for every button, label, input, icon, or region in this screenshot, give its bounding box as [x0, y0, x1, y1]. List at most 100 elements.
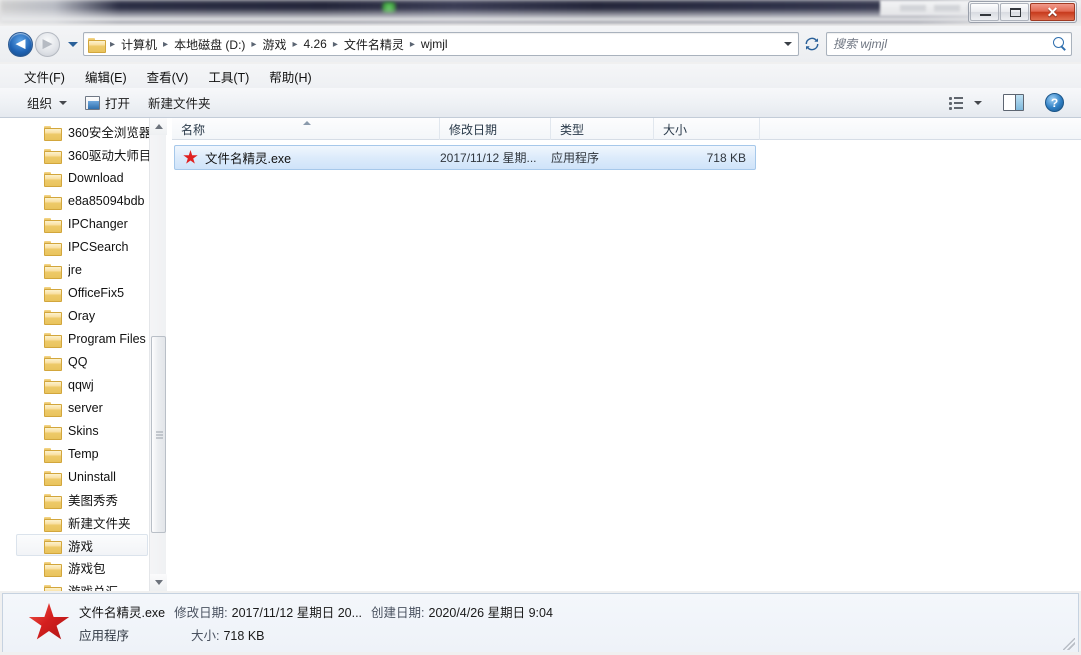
tree-item-label: 新建文件夹 — [68, 517, 131, 531]
open-button[interactable]: 打开 — [76, 89, 139, 116]
folder-icon — [44, 493, 62, 509]
help-button[interactable]: ? — [1036, 89, 1073, 116]
tree-item-7[interactable]: OfficeFix5 — [0, 281, 150, 304]
file-name-cell: 文件名精灵.exe — [175, 148, 440, 167]
details-modified-value: 2017/11/12 星期日 20... — [231, 606, 363, 620]
table-row[interactable]: 文件名精灵.exe 2017/11/12 星期... 应用程序 718 KB — [174, 145, 756, 170]
scrollbar-thumb[interactable] — [151, 336, 166, 533]
sort-ascending-icon — [303, 121, 311, 125]
tree-item-label: 游戏 — [68, 539, 94, 554]
refresh-button[interactable] — [800, 32, 824, 56]
command-bar: 组织 打开 新建文件夹 ? — [0, 88, 1081, 118]
breadcrumb-item-1[interactable]: 本地磁盘 (D:) — [171, 34, 248, 55]
breadcrumb-separator-0: ▸ — [110, 38, 116, 50]
tree-item-10[interactable]: QQ — [0, 350, 150, 373]
search-box[interactable] — [826, 32, 1072, 56]
tree-item-label: 游戏总汇 — [68, 581, 118, 591]
tree-item-19[interactable]: 游戏包 — [0, 556, 150, 579]
search-icon — [1049, 33, 1071, 55]
maximize-button[interactable] — [1000, 3, 1029, 21]
details-icon-wrap — [19, 603, 79, 643]
tree-item-11[interactable]: qqwj — [0, 373, 150, 396]
change-view-button[interactable] — [938, 90, 991, 116]
folder-icon — [44, 263, 62, 279]
nav-pane-scrollbar[interactable] — [149, 118, 167, 591]
view-list-icon — [947, 94, 967, 112]
menu-bar: 文件(F) 编辑(E) 查看(V) 工具(T) 帮助(H) — [0, 64, 1081, 88]
close-button[interactable]: ✕ — [1030, 3, 1075, 21]
open-icon — [85, 95, 101, 110]
tree-item-16[interactable]: 美图秀秀 — [0, 488, 150, 511]
folder-icon — [44, 378, 62, 394]
details-created-value: 2020/4/26 星期日 9:04 — [428, 606, 553, 620]
menu-item-help[interactable]: 帮助(H) — [259, 64, 321, 89]
menu-item-tools[interactable]: 工具(T) — [198, 64, 259, 89]
column-header-name-label: 名称 — [181, 122, 206, 137]
breadcrumb-item-5[interactable]: wjmjl — [418, 35, 451, 53]
folder-icon — [44, 538, 62, 554]
tree-item-14[interactable]: Temp — [0, 442, 150, 465]
column-header-date-label: 修改日期 — [449, 122, 498, 137]
address-bar: ◀ ▶ ▸ 计算机 ▸ 本地磁盘 (D:) ▸ 游戏 ▸ 4.26 ▸ 文件名精… — [0, 26, 1081, 62]
tree-item-1[interactable]: 360驱动大师目 — [0, 143, 150, 166]
forward-button[interactable]: ▶ — [35, 31, 60, 57]
file-name-label: 文件名精灵.exe — [205, 152, 292, 166]
tree-item-label: Download — [68, 170, 124, 185]
tree-item-label: jre — [68, 262, 82, 277]
tree-item-2[interactable]: Download — [0, 166, 150, 189]
file-type-cell: 应用程序 — [551, 151, 600, 165]
tree-item-6[interactable]: jre — [0, 258, 150, 281]
tree-item-label: 美图秀秀 — [68, 494, 119, 508]
title-bar: ✕ — [0, 0, 1081, 26]
column-header-size[interactable]: 大小 — [654, 118, 760, 140]
breadcrumb-item-0[interactable]: 计算机 — [118, 34, 160, 55]
details-pane: 文件名精灵.exe 修改日期: 2017/11/12 星期日 20... 创建日… — [2, 593, 1079, 652]
scroll-up-button[interactable] — [150, 118, 167, 135]
tree-item-5[interactable]: IPCSearch — [0, 235, 150, 258]
organize-button[interactable]: 组织 — [18, 89, 76, 116]
details-size-key: 大小: — [191, 629, 220, 643]
folder-icon — [44, 125, 62, 141]
details-line-2: 应用程序 大小: 718 KB — [79, 625, 553, 644]
file-list-pane: 名称 修改日期 类型 大小 文件名精灵.exe 2017/11/12 星期...… — [172, 118, 1081, 591]
breadcrumb-item-4[interactable]: 文件名精灵 — [341, 34, 407, 55]
folder-icon — [44, 355, 62, 371]
menu-item-edit[interactable]: 编辑(E) — [75, 64, 137, 89]
breadcrumb-item-2[interactable]: 游戏 — [259, 34, 289, 55]
breadcrumb-bar[interactable]: ▸ 计算机 ▸ 本地磁盘 (D:) ▸ 游戏 ▸ 4.26 ▸ 文件名精灵 ▸ … — [83, 32, 799, 56]
scroll-down-button[interactable] — [150, 574, 167, 591]
search-input[interactable] — [827, 37, 1049, 51]
explorer-body: 360安全浏览器 360驱动大师目 Download e8a85094bdb I… — [0, 118, 1081, 591]
tree-item-4[interactable]: IPChanger — [0, 212, 150, 235]
column-header-date[interactable]: 修改日期 — [440, 118, 551, 140]
help-icon: ? — [1045, 93, 1064, 112]
tree-item-3[interactable]: e8a85094bdb — [0, 189, 150, 212]
tree-item-18-selected[interactable]: 游戏 — [16, 534, 148, 556]
show-preview-pane-button[interactable] — [994, 90, 1033, 115]
tree-item-label: QQ — [68, 354, 88, 369]
column-header-type[interactable]: 类型 — [551, 118, 654, 140]
tree-item-20[interactable]: 游戏总汇 — [0, 579, 150, 591]
tree-item-label: qqwj — [68, 377, 94, 392]
column-header-name[interactable]: 名称 — [172, 118, 440, 140]
menu-item-view[interactable]: 查看(V) — [137, 64, 199, 89]
menu-item-file[interactable]: 文件(F) — [14, 64, 75, 89]
minimize-button[interactable] — [970, 3, 999, 21]
folder-icon — [44, 424, 62, 440]
breadcrumb: ▸ 计算机 ▸ 本地磁盘 (D:) ▸ 游戏 ▸ 4.26 ▸ 文件名精灵 ▸ … — [84, 34, 778, 55]
tree-item-15[interactable]: Uninstall — [0, 465, 150, 488]
breadcrumb-item-3[interactable]: 4.26 — [300, 35, 329, 53]
tree-item-17[interactable]: 新建文件夹 — [0, 511, 150, 534]
tree-item-13[interactable]: Skins — [0, 419, 150, 442]
tree-item-12[interactable]: server — [0, 396, 150, 419]
tree-item-label: server — [68, 400, 103, 415]
resize-grip-icon[interactable] — [1063, 638, 1075, 650]
tree-item-0[interactable]: 360安全浏览器 — [0, 120, 150, 143]
back-button[interactable]: ◀ — [8, 31, 33, 57]
address-dropdown-button[interactable] — [778, 33, 798, 55]
new-folder-button[interactable]: 新建文件夹 — [139, 89, 220, 116]
recent-locations-button[interactable] — [63, 33, 81, 55]
back-arrow-icon: ◀ — [15, 36, 26, 52]
tree-item-9[interactable]: Program Files — [0, 327, 150, 350]
tree-item-8[interactable]: Oray — [0, 304, 150, 327]
